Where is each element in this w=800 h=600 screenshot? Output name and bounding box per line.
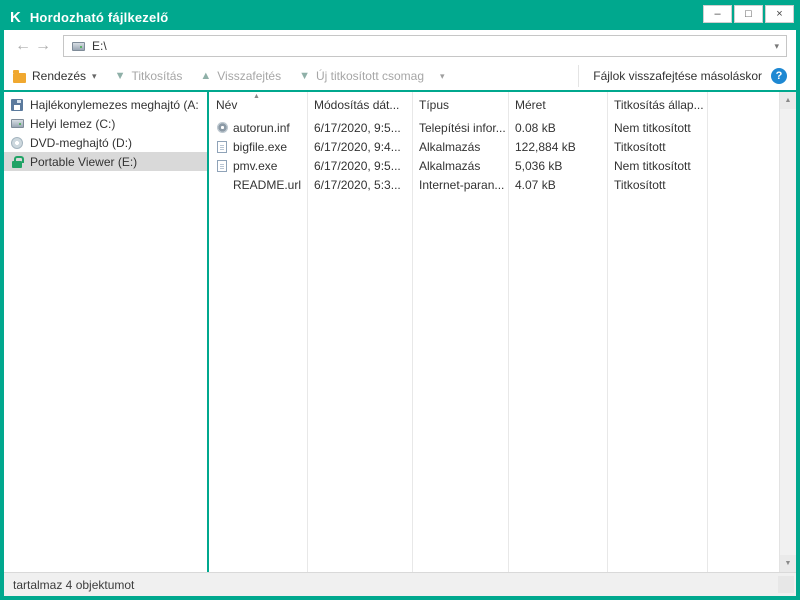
file-size: 4.07 kB [508,178,607,192]
sort-asc-icon: ▲ [253,93,260,100]
dvd-icon [10,136,24,150]
scroll-down-button[interactable]: ▼ [780,555,796,572]
decrypt-label: Visszafejtés [217,69,281,83]
address-text: E:\ [92,39,767,53]
back-button[interactable]: ← [13,35,33,57]
decrypt-button[interactable]: ▲ Visszafejtés [200,69,281,83]
file-table: ▲ Név Módosítás dát... Típus Méret Titko… [209,92,779,572]
file-area: ▲ Név Módosítás dát... Típus Méret Titko… [209,92,796,572]
arrow-up-icon: ▲ [200,71,211,82]
hdd-icon [10,117,24,131]
table-row[interactable]: autorun.inf 6/17/2020, 9:5... Telepítési… [209,118,779,137]
close-button[interactable]: × [765,5,794,23]
minimize-button[interactable]: – [703,5,732,23]
drive-label: DVD-meghajtó (D:) [30,136,132,150]
file-encryption-status: Nem titkosított [607,121,707,135]
toolbar-left-group: Rendezés ▾ ▼ Titkosítás ▲ Visszafejtés ▼… [13,69,445,83]
sidebar-item-drive-d[interactable]: DVD-meghajtó (D:) [4,133,207,152]
column-header-type[interactable]: Típus [412,98,508,112]
file-name: README.url [233,178,301,192]
drive-label: Hajlékonylemezes meghajtó (A: [30,98,199,112]
organize-label: Rendezés [32,69,86,83]
scroll-up-button[interactable]: ▲ [780,92,796,109]
file-name: pmv.exe [233,159,277,173]
file-type: Telepítési infor... [412,121,508,135]
file-encryption-status: Nem titkosított [607,159,707,173]
sidebar-item-drive-a[interactable]: Hajlékonylemezes meghajtó (A: [4,95,207,114]
kaspersky-logo-icon: K [10,9,21,26]
table-row[interactable]: README.url 6/17/2020, 5:3... Internet-pa… [209,175,779,194]
file-modified: 6/17/2020, 9:5... [307,121,412,135]
sidebar-item-drive-e[interactable]: Portable Viewer (E:) [4,152,207,171]
file-size: 0.08 kB [508,121,607,135]
file-type: Alkalmazás [412,159,508,173]
drive-icon [71,39,85,53]
encrypt-label: Titkosítás [131,69,182,83]
organize-button[interactable]: Rendezés ▾ [13,69,97,83]
arrow-down-icon: ▼ [115,71,126,82]
file-encryption-status: Titkosított [607,140,707,154]
column-header-status[interactable]: Titkosítás állap... [607,98,707,112]
toolbar: Rendezés ▾ ▼ Titkosítás ▲ Visszafejtés ▼… [4,62,796,90]
main-content: Hajlékonylemezes meghajtó (A: Helyi leme… [4,92,796,572]
toolbar-right-group: Fájlok visszafejtése másoláskor ? [578,65,787,87]
decrypt-on-copy-link[interactable]: Fájlok visszafejtése másoláskor [593,69,762,83]
file-name: bigfile.exe [233,140,287,154]
file-type: Alkalmazás [412,140,508,154]
column-header-size[interactable]: Méret [508,98,607,112]
column-gridline [412,92,413,572]
blank-file-icon [216,178,228,192]
floppy-icon [10,98,24,112]
address-bar[interactable]: E:\ ▾ [63,35,787,57]
chevron-down-icon: ▾ [92,71,97,82]
file-type: Internet-paran... [412,178,508,192]
file-encryption-status: Titkosított [607,178,707,192]
status-bar: tartalmaz 4 objektumot [4,572,796,596]
column-gridline [707,92,708,572]
forward-button[interactable]: → [33,35,53,57]
file-modified: 6/17/2020, 5:3... [307,178,412,192]
file-size: 5,036 kB [508,159,607,173]
file-modified: 6/17/2020, 9:5... [307,159,412,173]
status-text: tartalmaz 4 objektumot [13,578,134,592]
lock-icon [10,155,24,169]
address-dropdown-icon[interactable]: ▾ [774,41,779,52]
table-row[interactable]: bigfile.exe 6/17/2020, 9:4... Alkalmazás… [209,137,779,156]
window-controls: – □ × [703,5,794,23]
table-row[interactable]: pmv.exe 6/17/2020, 9:5... Alkalmazás 5,0… [209,156,779,175]
chevron-down-icon: ▾ [440,71,445,82]
window-title: Hordozható fájlkezelő [30,10,169,25]
file-name: autorun.inf [233,121,290,135]
table-header: ▲ Név Módosítás dát... Típus Méret Titko… [209,92,779,118]
sidebar-item-drive-c[interactable]: Helyi lemez (C:) [4,114,207,133]
application-file-icon [216,159,228,173]
maximize-button[interactable]: □ [734,5,763,23]
encrypt-button[interactable]: ▼ Titkosítás [115,69,183,83]
drive-label: Portable Viewer (E:) [30,155,137,169]
resize-grip [778,576,794,593]
new-encrypted-package-button[interactable]: ▼ Új titkosított csomag ▾ [299,69,444,83]
file-modified: 6/17/2020, 9:4... [307,140,412,154]
help-icon[interactable]: ? [771,68,787,84]
folder-icon [13,73,26,83]
setup-file-icon [216,121,228,135]
file-size: 122,884 kB [508,140,607,154]
column-header-modified[interactable]: Módosítás dát... [307,98,412,112]
column-gridline [607,92,608,572]
drive-label: Helyi lemez (C:) [30,117,115,131]
application-file-icon [216,140,228,154]
new-package-label: Új titkosított csomag [316,69,424,83]
drives-sidebar: Hajlékonylemezes meghajtó (A: Helyi leme… [4,92,207,572]
column-gridline [307,92,308,572]
titlebar: K Hordozható fájlkezelő – □ × [4,4,796,30]
arrow-down-icon: ▼ [299,71,310,82]
column-header-name[interactable]: Név [209,98,307,112]
vertical-scrollbar[interactable]: ▲ ▼ [779,92,796,572]
column-gridline [508,92,509,572]
navigation-bar: ← → E:\ ▾ [4,30,796,62]
app-window: K Hordozható fájlkezelő – □ × ← → E:\ ▾ … [0,0,800,600]
